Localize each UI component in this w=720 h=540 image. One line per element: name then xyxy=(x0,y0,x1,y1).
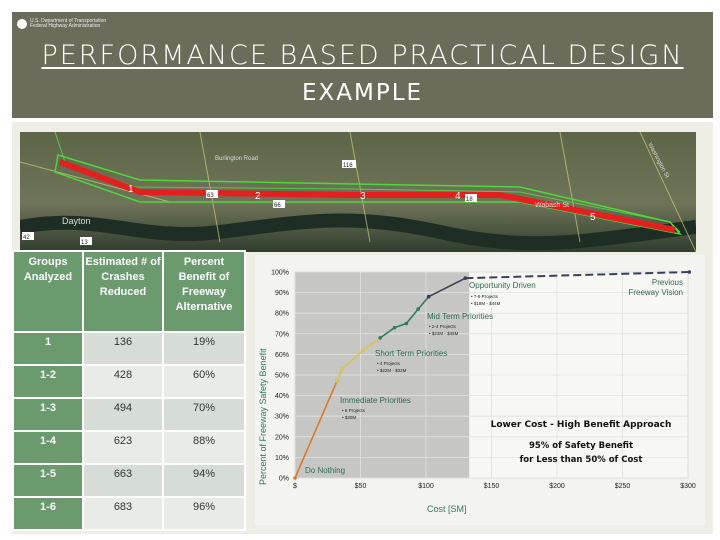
place-label: Dayton xyxy=(62,216,91,226)
y-tick-label: 90% xyxy=(275,290,289,297)
data-point xyxy=(361,348,365,353)
route-shield: 42 xyxy=(23,235,30,241)
y-tick-label: 30% xyxy=(275,414,289,421)
cell-percent: 96% xyxy=(162,496,246,531)
title-banner: U.S. Department of Transportation Federal… xyxy=(12,12,713,118)
header-crashes: Estimated # of Crashes Reduced xyxy=(82,250,164,333)
cell-group: 1-2 xyxy=(12,364,84,399)
y-tick-label: 100% xyxy=(271,270,289,277)
cell-crashes: 663 xyxy=(82,463,164,498)
cell-percent: 60% xyxy=(162,364,246,399)
route-shield: 18 xyxy=(466,197,473,203)
title-line-2: EXAMPLE xyxy=(301,80,424,106)
segment-3: 3 xyxy=(360,191,366,202)
cell-group: 1-3 xyxy=(12,397,84,432)
table-row: 1 136 19% xyxy=(12,331,246,366)
title-line-1: PERFORMANCE BASED PRACTICAL DESIGN xyxy=(41,40,684,71)
segment-4: 4 xyxy=(455,191,461,202)
table-row: 1-6 683 96% xyxy=(12,496,246,531)
results-table: Groups Analyzed Estimated # of Crashes R… xyxy=(12,250,246,531)
data-point xyxy=(340,367,344,371)
y-axis-label: Percent of Freeway Safety Benefit xyxy=(258,348,268,485)
data-point xyxy=(426,294,431,299)
y-tick-label: 40% xyxy=(275,393,289,400)
cell-group: 1 xyxy=(12,331,84,366)
annotation-bullet: • 2-4 Projects xyxy=(429,324,457,329)
data-point xyxy=(416,307,420,311)
headline: Lower Cost - High Benefit Approach xyxy=(491,420,672,430)
annotation-bullet: • $30M xyxy=(342,415,356,420)
header-percent: Percent Benefit of Freeway Alternative xyxy=(162,250,246,333)
route-shield: 13 xyxy=(81,240,88,246)
annotation-bullet: • 4 Projects xyxy=(377,361,401,366)
data-point xyxy=(378,336,382,340)
segment-1: 1 xyxy=(128,184,134,195)
cell-crashes: 623 xyxy=(82,430,164,465)
x-tick-label: $ xyxy=(293,483,297,490)
x-tick-label: $200 xyxy=(549,483,565,490)
annotation-bullet: • $18M - $44M xyxy=(471,301,501,306)
cost-benefit-chart: 0% 10% 20% 30% 40% 50% 60% 70% 80% 90% 100% $ $50 $10… xyxy=(255,255,705,525)
x-axis-label: Cost [SM] xyxy=(427,504,467,514)
cell-crashes: 683 xyxy=(82,496,164,531)
cell-group: 1-5 xyxy=(12,463,84,498)
annotation-bullet: • $23M - $45M xyxy=(429,331,459,336)
data-point xyxy=(293,476,297,480)
y-tick-label: 10% xyxy=(275,455,289,462)
y-tick-label: 50% xyxy=(275,373,289,380)
annotation-immediate: Immediate Priorities xyxy=(340,396,411,405)
y-tick-label: 60% xyxy=(275,352,289,359)
cell-group: 1-4 xyxy=(12,430,84,465)
route-shield: 66 xyxy=(274,203,281,209)
data-point xyxy=(463,276,468,280)
dot-seal-icon xyxy=(17,19,27,29)
annotation-mid: Mid Term Priorities xyxy=(427,312,493,321)
y-tick-label: 0% xyxy=(279,476,289,483)
cell-crashes: 136 xyxy=(82,331,164,366)
cell-crashes: 428 xyxy=(82,364,164,399)
annotation-bullet: • $22M - $32M xyxy=(377,368,407,373)
annotation-bullet: • 6 Projects xyxy=(342,408,366,413)
x-tick-label: $150 xyxy=(484,483,500,490)
cell-percent: 94% xyxy=(162,463,246,498)
route-shield: 116 xyxy=(343,163,353,169)
subheadline-2: for Less than 50% of Cost xyxy=(520,455,643,465)
agency-line-2: Federal Highway Administration xyxy=(30,23,101,29)
header-groups: Groups Analyzed xyxy=(12,250,84,333)
place-label: Burlington Road xyxy=(215,156,258,162)
table-row: 1-4 623 88% xyxy=(12,430,246,465)
route-shield: 63 xyxy=(207,193,214,199)
x-tick-label: $300 xyxy=(680,483,696,490)
annotation-prev-1: Previous xyxy=(652,278,683,287)
data-point xyxy=(392,325,397,330)
y-tick-label: 20% xyxy=(275,434,289,441)
y-tick-label: 70% xyxy=(275,331,289,338)
annotation-short: Short Term Priorities xyxy=(375,349,447,358)
annotation-prev-2: Freeway Vision xyxy=(628,288,683,297)
subheadline-1: 95% of Safety Benefit xyxy=(529,441,633,451)
segment-2: 2 xyxy=(255,191,261,202)
annotation-do-nothing: Do Nothing xyxy=(305,466,345,475)
y-tick-label: 80% xyxy=(275,311,289,318)
data-point xyxy=(335,379,339,383)
cell-percent: 70% xyxy=(162,397,246,432)
table-row: 1-5 663 94% xyxy=(12,463,246,498)
segment-5: 5 xyxy=(590,212,596,223)
table-row: 1-3 494 70% xyxy=(12,397,246,432)
cell-crashes: 494 xyxy=(82,397,164,432)
cell-percent: 19% xyxy=(162,331,246,366)
data-point xyxy=(404,321,409,326)
annotation-bullet: • 7-9 Projects xyxy=(471,294,499,299)
cell-percent: 88% xyxy=(162,430,246,465)
cell-group: 1-6 xyxy=(12,496,84,531)
table-row: 1-2 428 60% xyxy=(12,364,246,399)
x-tick-label: $250 xyxy=(615,483,631,490)
x-tick-label: $50 xyxy=(355,483,367,490)
data-point xyxy=(687,270,692,274)
corridor-map: 1 2 3 4 5 Dayton Burlington Road Washing… xyxy=(20,132,696,252)
x-tick-label: $100 xyxy=(418,483,434,490)
place-label: Wabash St xyxy=(535,202,569,209)
dot-logo: U.S. Department of Transportation Federal… xyxy=(17,19,106,29)
annotation-opp: Opportunity Driven xyxy=(469,281,536,290)
